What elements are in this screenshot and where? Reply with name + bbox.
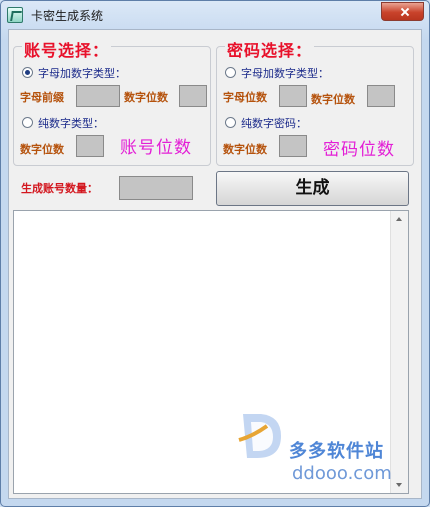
account-numeric-label: 纯数字类型： [38,117,104,130]
watermark-logo-icon [238,414,281,458]
count-label: 生成账号数量： [21,182,98,195]
close-button[interactable] [381,2,424,21]
account-prefix-input[interactable] [76,85,120,107]
password-numeric-digits-label: 数字位数 [223,143,267,156]
generate-button[interactable]: 生成 [216,171,409,206]
app-window: 卡密生成系统 账号选择： 字母加数字类型： 字母前缀 数字位数 纯数字类型： 数… [0,0,430,507]
password-letter-digits-input[interactable] [279,85,307,107]
account-alnum-radio[interactable] [22,67,33,78]
account-prefix-label: 字母前缀 [20,91,64,104]
scroll-down-icon[interactable] [396,483,402,487]
password-numeric-label: 纯数字密码： [241,117,307,130]
password-length-label: 密码位数 [323,140,395,160]
account-numeric-radio[interactable] [22,117,33,128]
title-bar[interactable]: 卡密生成系统 [1,1,429,29]
scroll-up-icon[interactable] [396,217,402,221]
account-numeric-digits-input[interactable] [76,135,104,157]
password-alnum-label: 字母加数字类型： [241,67,329,80]
account-numeric-digits-label: 数字位数 [20,143,64,156]
client-area: 账号选择： 字母加数字类型： 字母前缀 数字位数 纯数字类型： 数字位数 账号位… [8,29,422,499]
account-group: 账号选择： 字母加数字类型： 字母前缀 数字位数 纯数字类型： 数字位数 账号位… [13,37,211,166]
password-letter-digits-label: 字母位数 [223,91,267,104]
count-input[interactable] [119,176,193,200]
window-title: 卡密生成系统 [31,9,104,23]
password-legend: 密码选择： [225,37,315,61]
password-digits-input[interactable] [367,85,395,107]
app-icon [7,7,23,23]
watermark-name: 多多软件站 [289,441,384,462]
account-digits-label: 数字位数 [124,91,168,104]
password-numeric-digits-input[interactable] [279,135,307,157]
account-alnum-label: 字母加数字类型： [38,67,126,80]
password-group: 密码选择： 字母加数字类型： 字母位数 数字位数 纯数字密码： 数字位数 密码位… [216,37,414,166]
password-numeric-radio[interactable] [225,117,236,128]
output-scrollbar[interactable] [390,211,408,493]
account-length-label: 账号位数 [120,138,192,158]
password-alnum-radio[interactable] [225,67,236,78]
watermark-url: ddooo.com [292,463,392,484]
account-legend: 账号选择： [22,37,112,61]
account-digits-input[interactable] [179,85,207,107]
password-digits-label: 数字位数 [311,93,355,106]
